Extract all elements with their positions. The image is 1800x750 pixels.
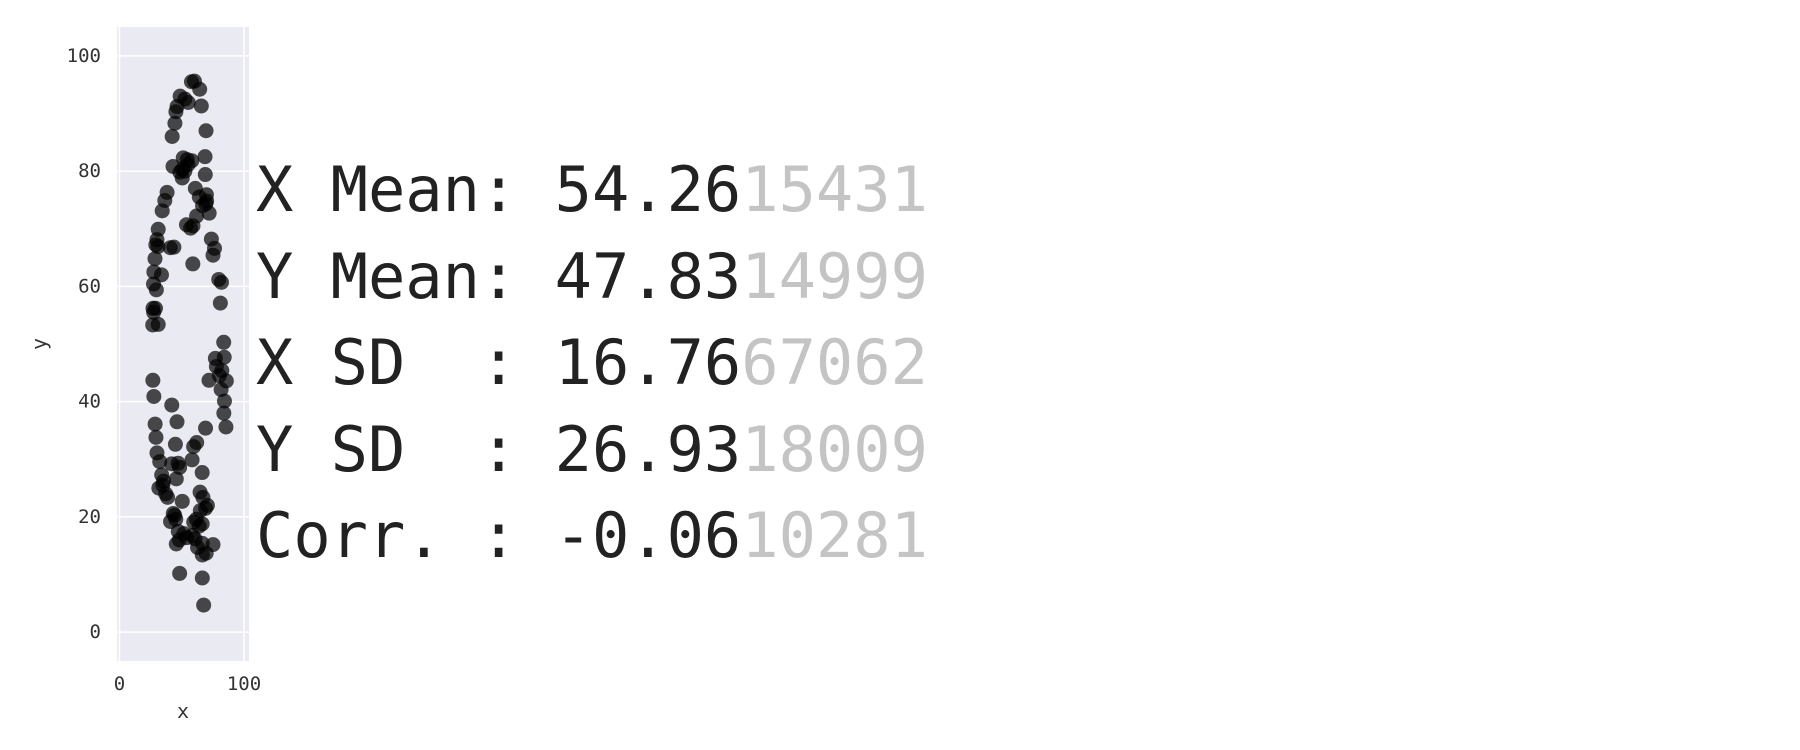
stat-value-rest: 15431 [741,153,928,226]
stat-value-rest: 18009 [741,412,928,486]
data-point [168,536,184,552]
data-point [218,419,234,435]
data-point [169,414,185,430]
stat-row: X Mean: 54.2615431 [256,147,928,234]
x-axis-label: x [177,699,189,723]
data-point [194,570,210,586]
data-point [172,565,188,581]
data-point [216,405,232,421]
data-point [164,397,180,413]
stat-value-rest: 14999 [741,239,928,313]
data-point [197,167,213,183]
stat-row: Y Mean: 47.8314999 [256,234,928,321]
stat-value-rest: 10281 [741,499,928,572]
data-point [205,247,221,263]
data-point [196,597,212,613]
stat-label: X Mean: [256,153,555,226]
data-point [194,547,210,563]
stat-label: Y Mean: [256,239,555,313]
stat-label: X SD : [256,326,555,399]
y-tick-label: 0 [90,621,101,643]
stat-value-main: 54.26 [554,153,742,226]
data-point [167,436,183,452]
y-axis-label: y [27,338,51,350]
data-point [167,115,183,131]
y-tick-label: 60 [78,275,101,297]
data-point [192,81,208,97]
data-point [197,149,213,165]
data-point [194,465,210,481]
data-point [174,493,190,509]
stat-value-main: -0.06 [554,499,742,572]
data-point [185,256,201,272]
data-point [168,471,184,487]
data-point [186,439,202,455]
y-tick-label: 20 [78,506,101,528]
data-point [147,300,163,316]
data-point [201,372,217,388]
stat-label: Corr. : [256,499,555,572]
x-tick-label: 0 [114,673,125,695]
stat-value-main: 26.93 [554,412,742,486]
stats-panel: X Mean: 54.2615431 Y Mean: 47.8314999 X SD… [256,147,928,580]
data-point [148,282,164,298]
data-point [216,334,232,350]
data-point [198,420,214,436]
data-point [212,295,228,311]
data-point [185,218,201,234]
stat-row: X SD : 16.7667062 [256,320,928,407]
data-point [145,372,161,388]
data-point [213,274,229,290]
stat-value-rest: 67062 [741,326,928,399]
data-point [147,416,163,432]
y-tick-label: 40 [78,391,101,413]
y-tick-label: 100 [67,45,101,67]
data-point [194,516,210,532]
data-point [154,203,170,219]
stat-row: Y SD : 26.9318009 [256,407,928,494]
stat-label: Y SD : [256,412,555,486]
stat-row: Corr. : -0.0610281 [256,493,928,580]
data-point [166,239,182,255]
data-point [160,489,176,505]
x-tick-label: 100 [227,673,261,695]
stat-value-main: 16.76 [554,326,742,399]
stat-value-main: 47.83 [554,239,742,313]
data-point [150,316,166,332]
y-tick-label: 80 [78,160,101,182]
data-point [184,452,200,468]
data-point [147,251,163,267]
data-point [164,129,180,145]
data-point [146,388,162,404]
data-point [198,123,214,139]
data-point [148,429,164,445]
data-point [193,98,209,114]
data-point [174,170,190,186]
data-point [201,205,217,221]
